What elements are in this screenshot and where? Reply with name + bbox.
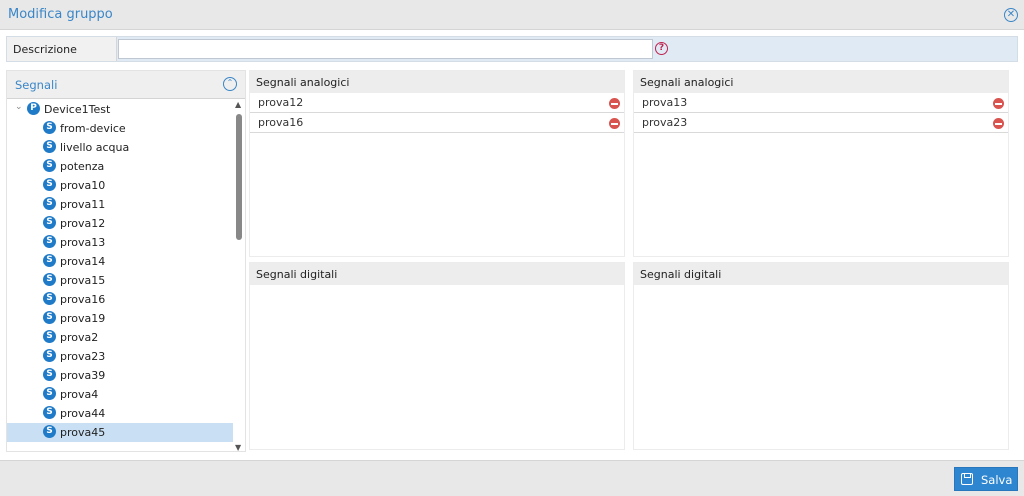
signal-icon: S <box>43 425 56 438</box>
signal-icon: S <box>43 140 56 153</box>
signal-row[interactable]: prova16 <box>250 113 624 133</box>
tree-item[interactable]: Sprova16 <box>7 290 233 309</box>
signal-icon: S <box>43 254 56 267</box>
tree-item[interactable]: Sfrom-device <box>7 119 233 138</box>
panel-right-digital: Segnali digitali <box>633 262 1009 450</box>
remove-icon[interactable] <box>993 118 1004 129</box>
remove-icon[interactable] <box>993 98 1004 109</box>
dialog-footer: Salva <box>0 460 1024 496</box>
save-button[interactable]: Salva <box>954 467 1018 491</box>
remove-icon[interactable] <box>609 118 620 129</box>
tree-scrollbar[interactable]: ▲ ▼ <box>235 100 243 452</box>
tree-item[interactable]: Sprova14 <box>7 252 233 271</box>
dialog-window: Modifica gruppo ✕ Descrizione ? Segnali … <box>0 0 1024 496</box>
tree-item[interactable]: Spotenza <box>7 157 233 176</box>
remove-icon[interactable] <box>609 98 620 109</box>
description-input[interactable] <box>118 39 653 59</box>
panel-title: Segnali analogici <box>634 71 1008 93</box>
tree-item-label: prova10 <box>60 179 106 192</box>
panel-title: Segnali digitali <box>634 263 1008 285</box>
tree-item[interactable]: Sprova45 <box>7 423 233 442</box>
signals-tree-header: Segnali ⌃ <box>7 71 245 99</box>
tree-item[interactable]: Sprova15 <box>7 271 233 290</box>
tree-item-label: prova16 <box>60 293 106 306</box>
dialog-title: Modifica gruppo <box>8 7 113 22</box>
scroll-thumb[interactable] <box>236 114 242 240</box>
tree-item-label: prova45 <box>60 426 106 439</box>
help-icon[interactable]: ? <box>655 42 668 55</box>
tree-item[interactable]: Slivello acqua <box>7 138 233 157</box>
tree-root-label: Device1Test <box>44 103 111 116</box>
panel-right-analog: Segnali analogici prova13 prova23 <box>633 70 1009 257</box>
signal-icon: S <box>43 178 56 191</box>
title-bar: Modifica gruppo ✕ <box>0 0 1024 30</box>
signal-row-label: prova13 <box>642 96 688 109</box>
signal-icon: S <box>43 368 56 381</box>
tree-item-label: prova13 <box>60 236 106 249</box>
tree-item[interactable]: Sprova44 <box>7 404 233 423</box>
panel-title: Segnali analogici <box>250 71 624 93</box>
tree-item-label: prova19 <box>60 312 106 325</box>
tree-item-label: potenza <box>60 160 105 173</box>
close-icon[interactable]: ✕ <box>1004 8 1018 22</box>
tree-item[interactable]: Sprova12 <box>7 214 233 233</box>
tree-item[interactable]: Sprova39 <box>7 366 233 385</box>
signal-icon: S <box>43 406 56 419</box>
tree-item-label: livello acqua <box>60 141 130 154</box>
tree-item-label: prova11 <box>60 198 106 211</box>
signal-row[interactable]: prova13 <box>634 93 1008 113</box>
device-icon: P <box>27 102 40 115</box>
tree-item-label: prova2 <box>60 331 99 344</box>
tree-item-label: from-device <box>60 122 126 135</box>
signal-icon: S <box>43 330 56 343</box>
tree-item[interactable]: Sprova19 <box>7 309 233 328</box>
tree-item-label: prova12 <box>60 217 106 230</box>
signal-icon: S <box>43 235 56 248</box>
signal-row-label: prova12 <box>258 96 304 109</box>
signals-tree-panel: Segnali ⌃ ⌄ P Device1Test Sfrom-device Sl… <box>6 70 246 452</box>
signal-row[interactable]: prova23 <box>634 113 1008 133</box>
save-button-label: Salva <box>981 473 1013 487</box>
signal-row-label: prova23 <box>642 116 688 129</box>
signal-row[interactable]: prova12 <box>250 93 624 113</box>
tree-item[interactable]: Sprova2 <box>7 328 233 347</box>
signal-icon: S <box>43 121 56 134</box>
signal-icon: S <box>43 349 56 362</box>
signal-icon: S <box>43 216 56 229</box>
tree-item-label: prova14 <box>60 255 106 268</box>
tree-item[interactable]: Sprova10 <box>7 176 233 195</box>
description-row: Descrizione ? <box>6 36 1018 62</box>
signal-icon: S <box>43 387 56 400</box>
tree-item[interactable]: Sprova4 <box>7 385 233 404</box>
panel-left-analog: Segnali analogici prova12 prova16 <box>249 70 625 257</box>
signal-icon: S <box>43 311 56 324</box>
scroll-up-icon[interactable]: ▲ <box>235 100 241 109</box>
panel-title: Segnali digitali <box>250 263 624 285</box>
signals-tree-title: Segnali <box>15 78 58 92</box>
scroll-down-icon[interactable]: ▼ <box>235 443 241 452</box>
signals-tree-body: ⌄ P Device1Test Sfrom-device Slivello acq… <box>7 100 245 452</box>
signal-icon: S <box>43 197 56 210</box>
panel-left-digital: Segnali digitali <box>249 262 625 450</box>
tree-item-label: prova15 <box>60 274 106 287</box>
signal-icon: S <box>43 273 56 286</box>
tree-item-label: prova23 <box>60 350 106 363</box>
tree-item-label: prova4 <box>60 388 99 401</box>
signal-icon: S <box>43 159 56 172</box>
signal-icon: S <box>43 292 56 305</box>
collapse-icon[interactable]: ⌃ <box>223 77 237 91</box>
chevron-down-icon[interactable]: ⌄ <box>15 102 23 112</box>
description-label: Descrizione <box>7 37 117 61</box>
tree-item-label: prova39 <box>60 369 106 382</box>
tree-item[interactable]: Sprova11 <box>7 195 233 214</box>
tree-root-device[interactable]: ⌄ P Device1Test <box>7 100 233 119</box>
tree-item[interactable]: Sprova13 <box>7 233 233 252</box>
floppy-disk-icon <box>961 473 973 485</box>
tree-item[interactable]: Sprova23 <box>7 347 233 366</box>
signal-row-label: prova16 <box>258 116 304 129</box>
tree-item-label: prova44 <box>60 407 106 420</box>
